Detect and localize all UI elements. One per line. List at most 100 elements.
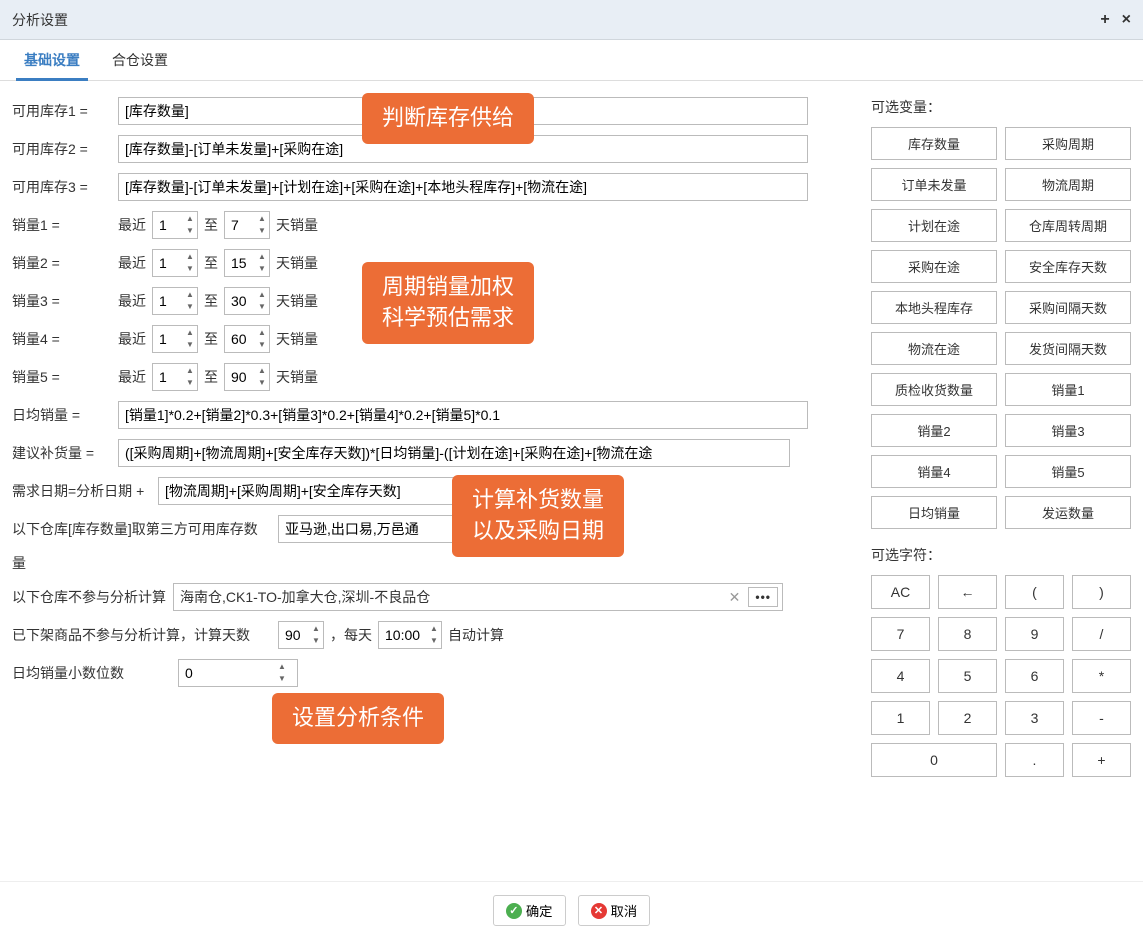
variable-button[interactable]: 仓库周转周期 <box>1005 209 1131 242</box>
calc-button[interactable]: / <box>1072 617 1131 651</box>
calc-button[interactable]: 9 <box>1005 617 1064 651</box>
spinner-s5-from[interactable]: ▲▼ <box>152 363 198 391</box>
chevron-down-icon[interactable]: ▼ <box>255 225 269 237</box>
chevron-up-icon[interactable]: ▲ <box>255 213 269 225</box>
spinner-decimals[interactable]: ▲▼ <box>178 659 298 687</box>
calc-button[interactable]: AC <box>871 575 930 609</box>
variable-button[interactable]: 采购在途 <box>871 250 997 283</box>
variable-button[interactable]: 物流周期 <box>1005 168 1131 201</box>
chevron-down-icon[interactable]: ▼ <box>255 339 269 351</box>
add-icon[interactable]: + <box>1100 11 1109 29</box>
variable-button[interactable]: 物流在途 <box>871 332 997 365</box>
chevron-up-icon[interactable]: ▲ <box>183 289 197 301</box>
chevron-down-icon[interactable]: ▼ <box>275 673 289 685</box>
calc-button[interactable]: ( <box>1005 575 1064 609</box>
chevron-down-icon[interactable]: ▼ <box>309 635 323 647</box>
input-avg-sale[interactable] <box>118 401 808 429</box>
calc-button[interactable]: 6 <box>1005 659 1064 693</box>
chevron-up-icon[interactable]: ▲ <box>255 365 269 377</box>
calc-button[interactable]: ) <box>1072 575 1131 609</box>
chevron-down-icon[interactable]: ▼ <box>427 635 441 647</box>
variable-button[interactable]: 库存数量 <box>871 127 997 160</box>
chevron-up-icon[interactable]: ▲ <box>309 623 323 635</box>
calc-button[interactable]: 5 <box>938 659 997 693</box>
calc-button[interactable]: 3 <box>1005 701 1064 735</box>
variable-button[interactable]: 发运数量 <box>1005 496 1131 529</box>
chevron-down-icon[interactable]: ▼ <box>255 263 269 275</box>
spinner-s4-from[interactable]: ▲▼ <box>152 325 198 353</box>
chevron-up-icon[interactable]: ▲ <box>183 213 197 225</box>
variable-button[interactable]: 采购间隔天数 <box>1005 291 1131 324</box>
chevron-up-icon[interactable]: ▲ <box>255 289 269 301</box>
text-recent: 最近 <box>118 329 146 349</box>
spinner-s2-to[interactable]: ▲▼ <box>224 249 270 277</box>
chevron-up-icon[interactable]: ▲ <box>275 661 289 673</box>
variable-button[interactable]: 日均销量 <box>871 496 997 529</box>
calc-button[interactable]: 7 <box>871 617 930 651</box>
calc-button[interactable]: ← <box>938 575 997 609</box>
label-var-title: 可选变量： <box>871 97 1131 117</box>
variable-button[interactable]: 计划在途 <box>871 209 997 242</box>
spinner-calc-time[interactable]: ▲▼ <box>378 621 442 649</box>
variable-button[interactable]: 销量2 <box>871 414 997 447</box>
spinner-s4-to[interactable]: ▲▼ <box>224 325 270 353</box>
spinner-s2-from[interactable]: ▲▼ <box>152 249 198 277</box>
chevron-down-icon[interactable]: ▼ <box>183 263 197 275</box>
calc-button[interactable]: 8 <box>938 617 997 651</box>
tab-basic-settings[interactable]: 基础设置 <box>8 40 96 80</box>
spinner-s3-from[interactable]: ▲▼ <box>152 287 198 315</box>
chevron-up-icon[interactable]: ▲ <box>183 251 197 263</box>
calc-button[interactable]: 4 <box>871 659 930 693</box>
chevron-down-icon[interactable]: ▼ <box>183 377 197 389</box>
calc-button[interactable]: + <box>1072 743 1131 777</box>
label-stock2: 可用库存2 = <box>12 139 112 159</box>
text-days-sale: 天销量 <box>276 215 318 235</box>
variable-button[interactable]: 安全库存天数 <box>1005 250 1131 283</box>
chevron-down-icon[interactable]: ▼ <box>183 339 197 351</box>
spinner-s5-to[interactable]: ▲▼ <box>224 363 270 391</box>
spinner-calc-days[interactable]: ▲▼ <box>278 621 324 649</box>
variable-button[interactable]: 销量1 <box>1005 373 1131 406</box>
variable-button[interactable]: 销量4 <box>871 455 997 488</box>
settings-form: 可用库存1 = 可用库存2 = 可用库存3 = 销量1 = 最近 ▲▼ 至 ▲▼… <box>12 97 855 877</box>
label-sale3: 销量3 = <box>12 291 112 311</box>
cancel-button[interactable]: ✕ 取消 <box>578 895 651 926</box>
calc-button[interactable]: 1 <box>871 701 930 735</box>
close-icon[interactable]: × <box>1122 11 1131 29</box>
variable-button[interactable]: 销量5 <box>1005 455 1131 488</box>
tab-merge-warehouse[interactable]: 合仓设置 <box>96 40 184 80</box>
ok-button[interactable]: ✓ 确定 <box>493 895 566 926</box>
clear-icon[interactable]: ✕ <box>725 589 745 606</box>
input-exclude-wh-wrap: 海南仓,CK1-TO-加拿大仓,深圳-不良品仓 ✕ ••• <box>173 583 783 611</box>
spinner-s3-to[interactable]: ▲▼ <box>224 287 270 315</box>
chevron-down-icon[interactable]: ▼ <box>255 301 269 313</box>
chevron-up-icon[interactable]: ▲ <box>183 365 197 377</box>
chevron-up-icon[interactable]: ▲ <box>255 251 269 263</box>
chevron-up-icon[interactable]: ▲ <box>255 327 269 339</box>
more-button[interactable]: ••• <box>748 587 778 607</box>
spinner-s1-to[interactable]: ▲▼ <box>224 211 270 239</box>
variable-button[interactable]: 发货间隔天数 <box>1005 332 1131 365</box>
variable-button[interactable]: 质检收货数量 <box>871 373 997 406</box>
calc-button[interactable]: - <box>1072 701 1131 735</box>
input-exclude-wh[interactable]: 海南仓,CK1-TO-加拿大仓,深圳-不良品仓 <box>180 587 721 607</box>
chevron-down-icon[interactable]: ▼ <box>255 377 269 389</box>
chevron-up-icon[interactable]: ▲ <box>183 327 197 339</box>
callout-replenish: 计算补货数量 以及采购日期 <box>452 475 624 557</box>
text-recent: 最近 <box>118 291 146 311</box>
variable-button[interactable]: 订单未发量 <box>871 168 997 201</box>
calc-button[interactable]: * <box>1072 659 1131 693</box>
spinner-s1-from[interactable]: ▲▼ <box>152 211 198 239</box>
input-suggest[interactable] <box>118 439 790 467</box>
chevron-down-icon[interactable]: ▼ <box>183 301 197 313</box>
chevron-down-icon[interactable]: ▼ <box>183 225 197 237</box>
calc-button[interactable]: 2 <box>938 701 997 735</box>
input-stock3[interactable] <box>118 173 808 201</box>
variable-button[interactable]: 采购周期 <box>1005 127 1131 160</box>
calc-button[interactable]: . <box>1005 743 1064 777</box>
calc-button[interactable]: 0 <box>871 743 997 777</box>
chevron-up-icon[interactable]: ▲ <box>427 623 441 635</box>
label-stock3: 可用库存3 = <box>12 177 112 197</box>
variable-button[interactable]: 销量3 <box>1005 414 1131 447</box>
variable-button[interactable]: 本地头程库存 <box>871 291 997 324</box>
